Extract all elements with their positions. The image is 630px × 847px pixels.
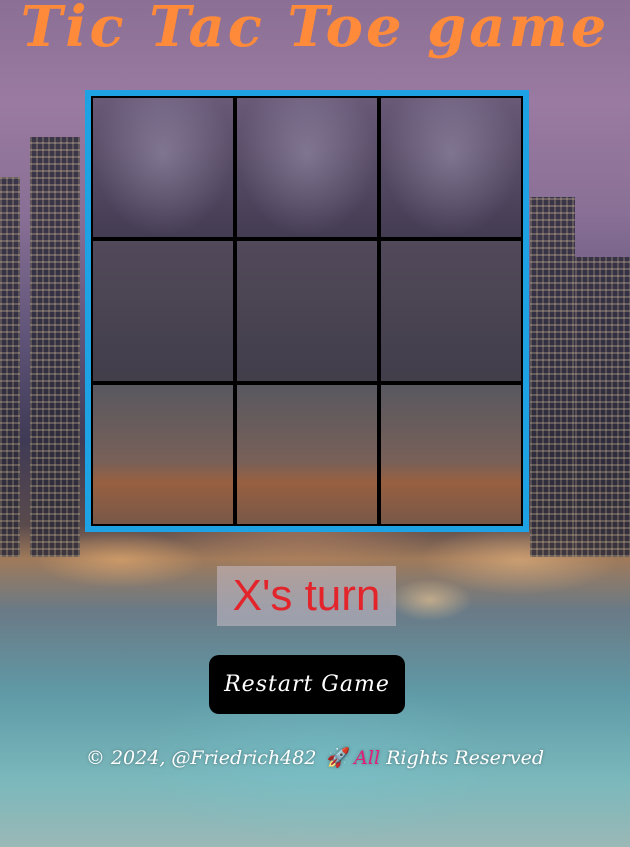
page-title: Tic Tac Toe game [20,0,610,60]
footer-all: All [354,747,381,769]
footer-rights: Rights Reserved [386,747,545,769]
game-board [85,90,529,532]
board-cell-2[interactable] [237,98,377,238]
board-cell-5[interactable] [237,241,377,381]
building [575,257,630,557]
footer-copyright: © 2024, @Friedrich482 [85,747,317,769]
footer: © 2024, @Friedrich482 🚀 All Rights Reserv… [0,746,630,769]
building [30,137,80,557]
rocket-icon: 🚀 [326,747,351,769]
board-cell-1[interactable] [93,98,233,238]
board-cell-6[interactable] [381,241,521,381]
building [530,197,575,557]
board-cell-9[interactable] [381,384,521,524]
turn-status: X's turn [217,566,396,626]
building [0,177,20,557]
board-cell-8[interactable] [237,384,377,524]
restart-game-button[interactable]: Restart Game [209,655,405,714]
board-cell-4[interactable] [93,241,233,381]
board-cell-7[interactable] [93,384,233,524]
board-cell-3[interactable] [381,98,521,238]
